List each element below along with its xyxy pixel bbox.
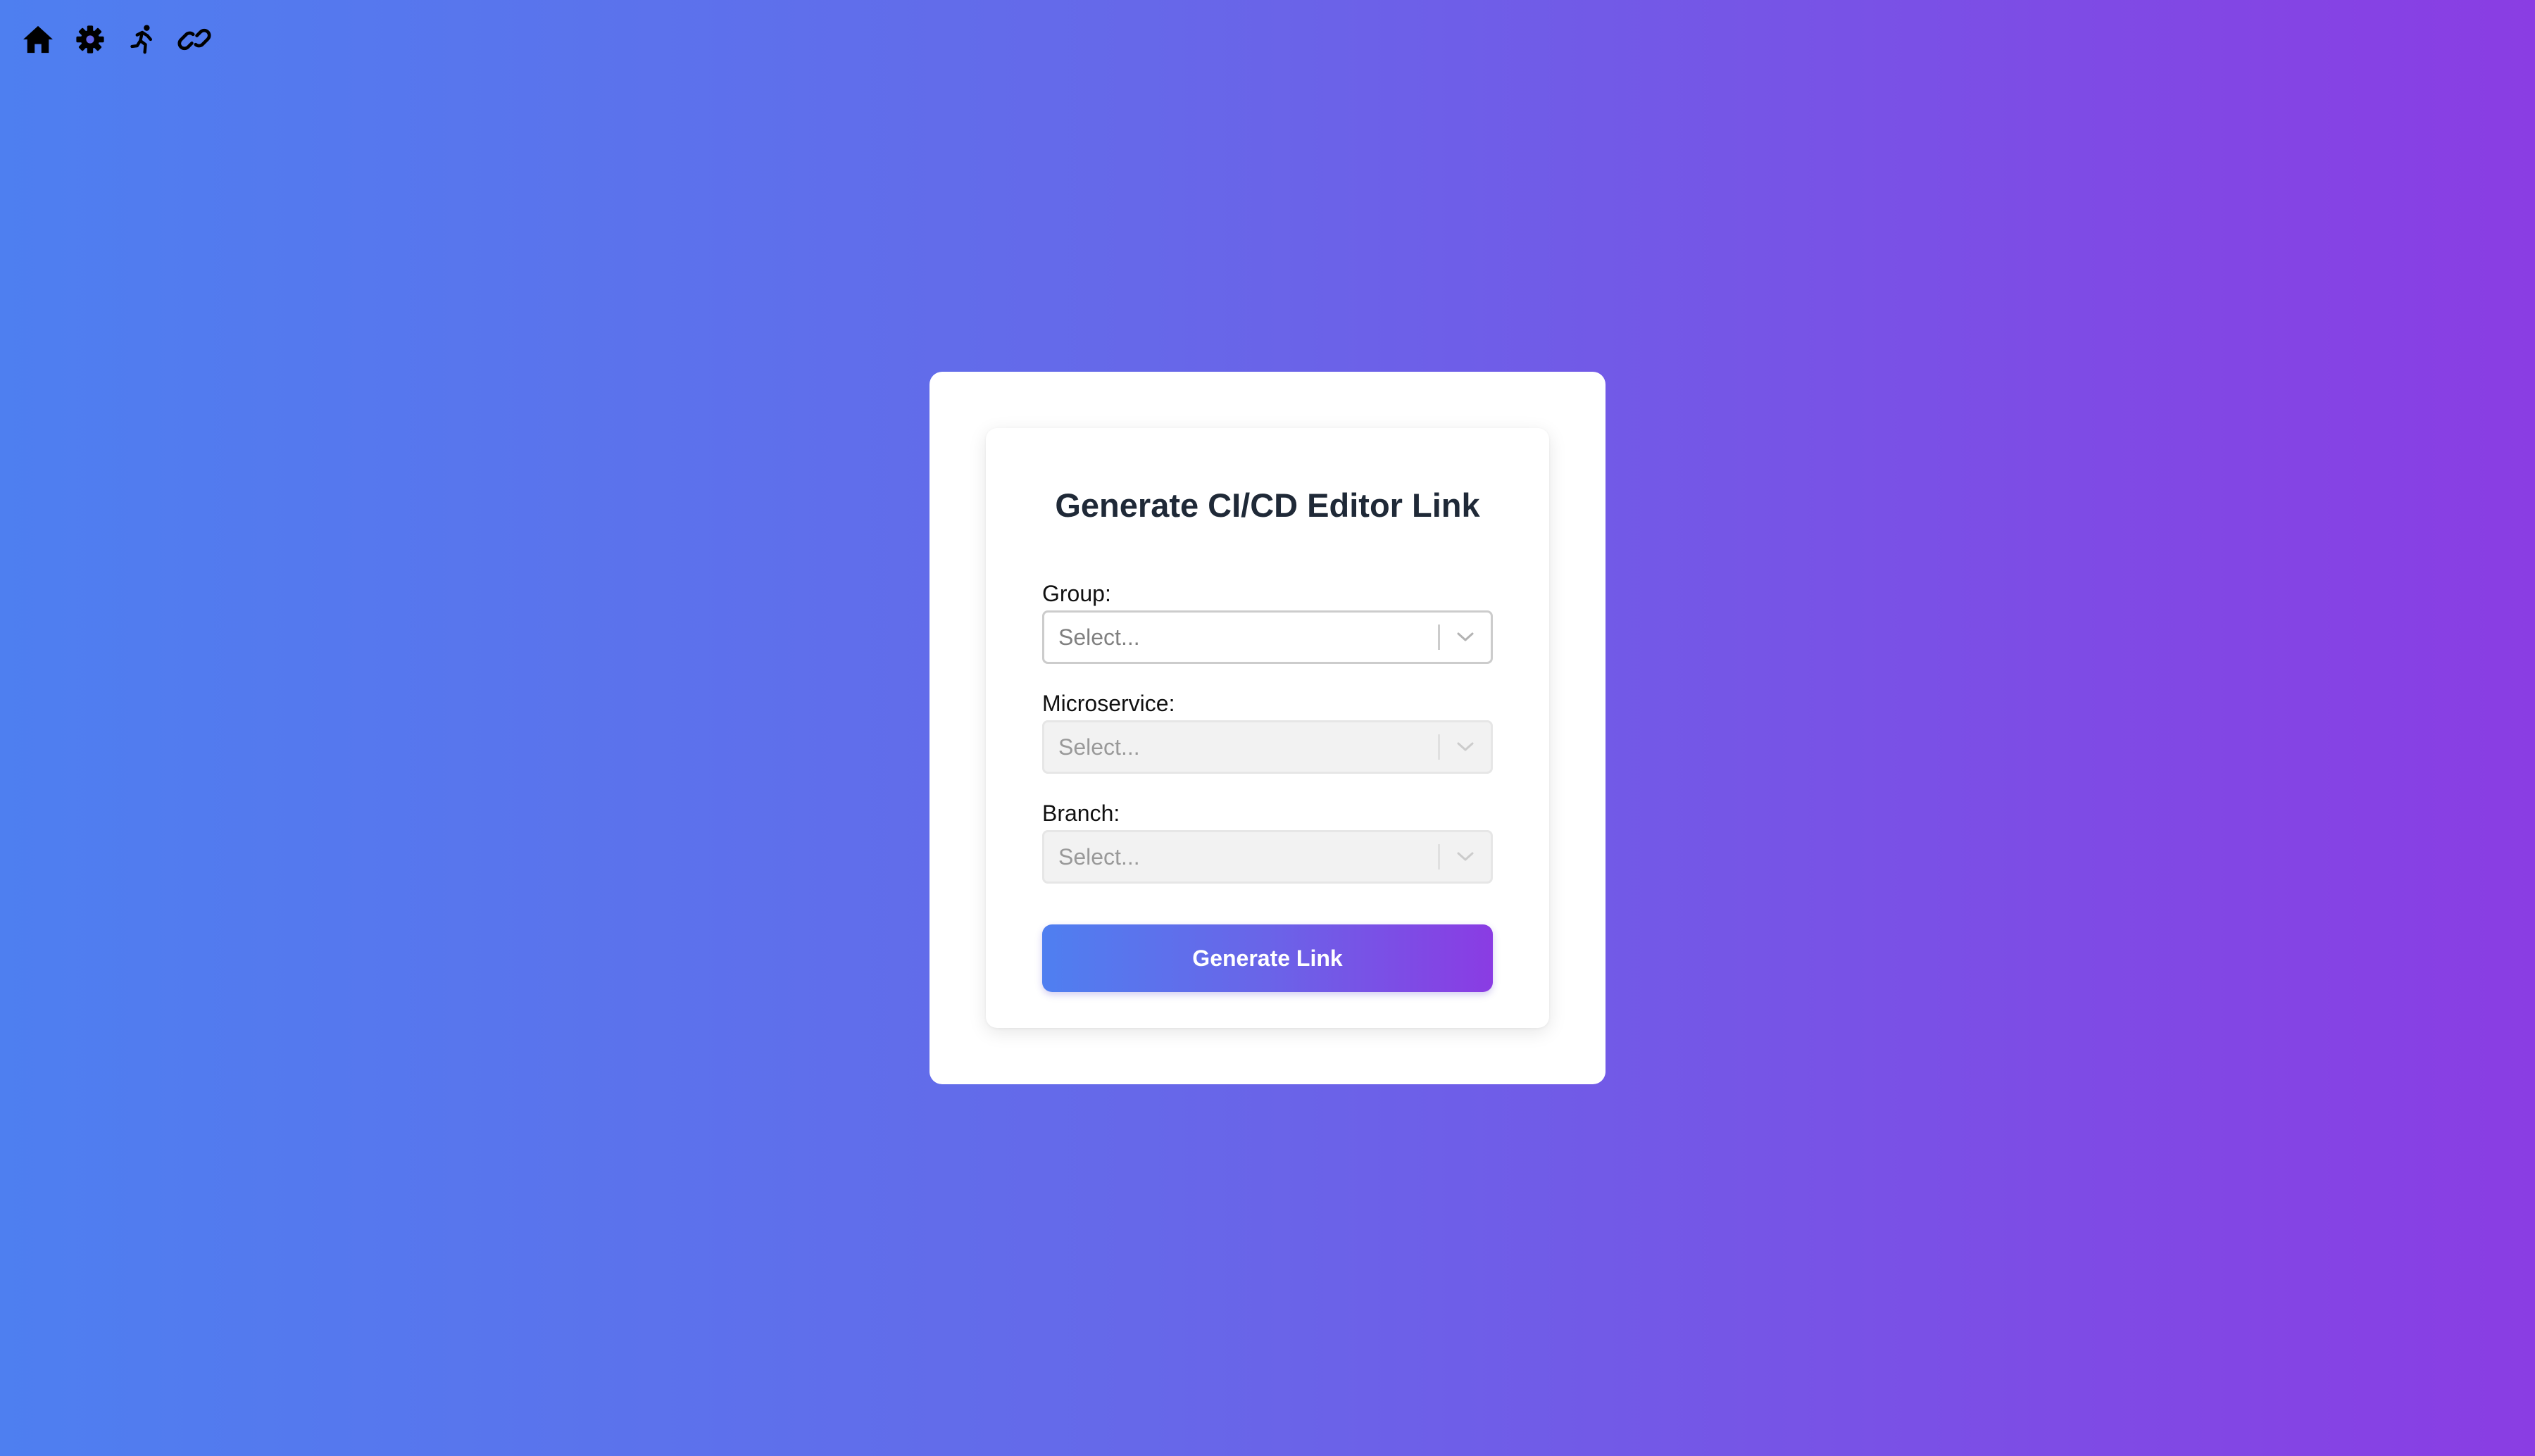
branch-label: Branch:	[1042, 801, 1120, 826]
form-card: Generate CI/CD Editor Link Group: Select…	[986, 428, 1549, 1028]
link-icon[interactable]	[176, 21, 213, 58]
generate-link-button[interactable]: Generate Link	[1042, 924, 1493, 992]
home-icon[interactable]	[20, 21, 56, 58]
branch-select-placeholder: Select...	[1058, 844, 1140, 870]
select-separator	[1438, 625, 1440, 650]
microservice-select: Select...	[1042, 720, 1493, 774]
gear-icon[interactable]	[72, 21, 108, 58]
outer-card: Generate CI/CD Editor Link Group: Select…	[930, 372, 1606, 1084]
page-title: Generate CI/CD Editor Link	[1055, 487, 1480, 524]
microservice-select-placeholder: Select...	[1058, 734, 1140, 760]
group-select-placeholder: Select...	[1058, 625, 1140, 650]
microservice-label: Microservice:	[1042, 691, 1175, 716]
chevron-down-icon	[1453, 846, 1478, 868]
group-field: Group: Select...	[1042, 579, 1493, 664]
branch-select: Select...	[1042, 830, 1493, 884]
group-label: Group:	[1042, 581, 1111, 606]
microservice-field: Microservice: Select...	[1042, 689, 1493, 774]
chevron-down-icon[interactable]	[1453, 626, 1478, 648]
running-person-icon[interactable]	[124, 21, 161, 58]
branch-field: Branch: Select...	[1042, 799, 1493, 884]
top-navigation	[20, 21, 213, 58]
select-separator	[1438, 844, 1440, 870]
chevron-down-icon	[1453, 736, 1478, 758]
select-separator	[1438, 734, 1440, 760]
group-select[interactable]: Select...	[1042, 610, 1493, 664]
